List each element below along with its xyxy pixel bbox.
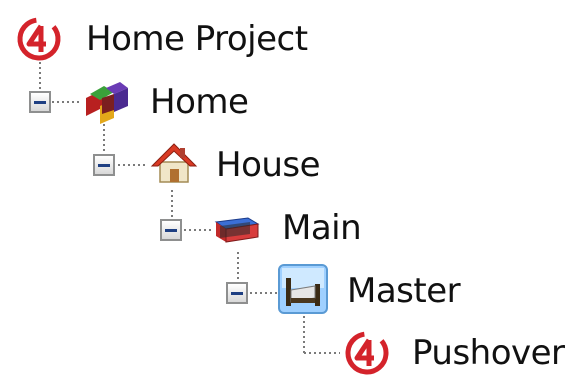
collapse-toggle-home[interactable] <box>29 91 51 113</box>
minus-icon <box>34 100 46 104</box>
collapse-toggle-master[interactable] <box>226 282 248 304</box>
tree-node-house[interactable]: House <box>214 140 322 190</box>
tree-node-main[interactable]: Main <box>280 203 363 253</box>
tree-node-label: Home <box>150 82 249 122</box>
control4-logo-icon <box>342 328 392 378</box>
tree-node-home[interactable]: Home <box>148 77 250 127</box>
tree-node-label: Master <box>347 271 461 311</box>
project-tree: Home Project Home House Main Master Push… <box>0 0 575 381</box>
tree-node-pushover[interactable]: Pushover <box>410 328 567 378</box>
tree-node-master[interactable]: Master <box>345 266 462 316</box>
house-icon <box>148 138 198 188</box>
floor-icon <box>212 204 262 254</box>
minus-icon <box>231 291 243 295</box>
tree-node-label: Main <box>282 208 362 248</box>
colored-blocks-icon <box>80 76 130 126</box>
control4-logo-icon <box>14 14 64 64</box>
collapse-toggle-house[interactable] <box>93 154 115 176</box>
minus-icon <box>98 163 110 167</box>
room-bed-icon <box>278 264 328 314</box>
tree-node-label: House <box>216 145 321 185</box>
tree-node-label: Pushover <box>412 333 565 373</box>
tree-node-home-project[interactable]: Home Project <box>84 14 310 64</box>
minus-icon <box>165 228 177 232</box>
tree-node-label: Home Project <box>86 19 308 59</box>
collapse-toggle-main[interactable] <box>160 219 182 241</box>
